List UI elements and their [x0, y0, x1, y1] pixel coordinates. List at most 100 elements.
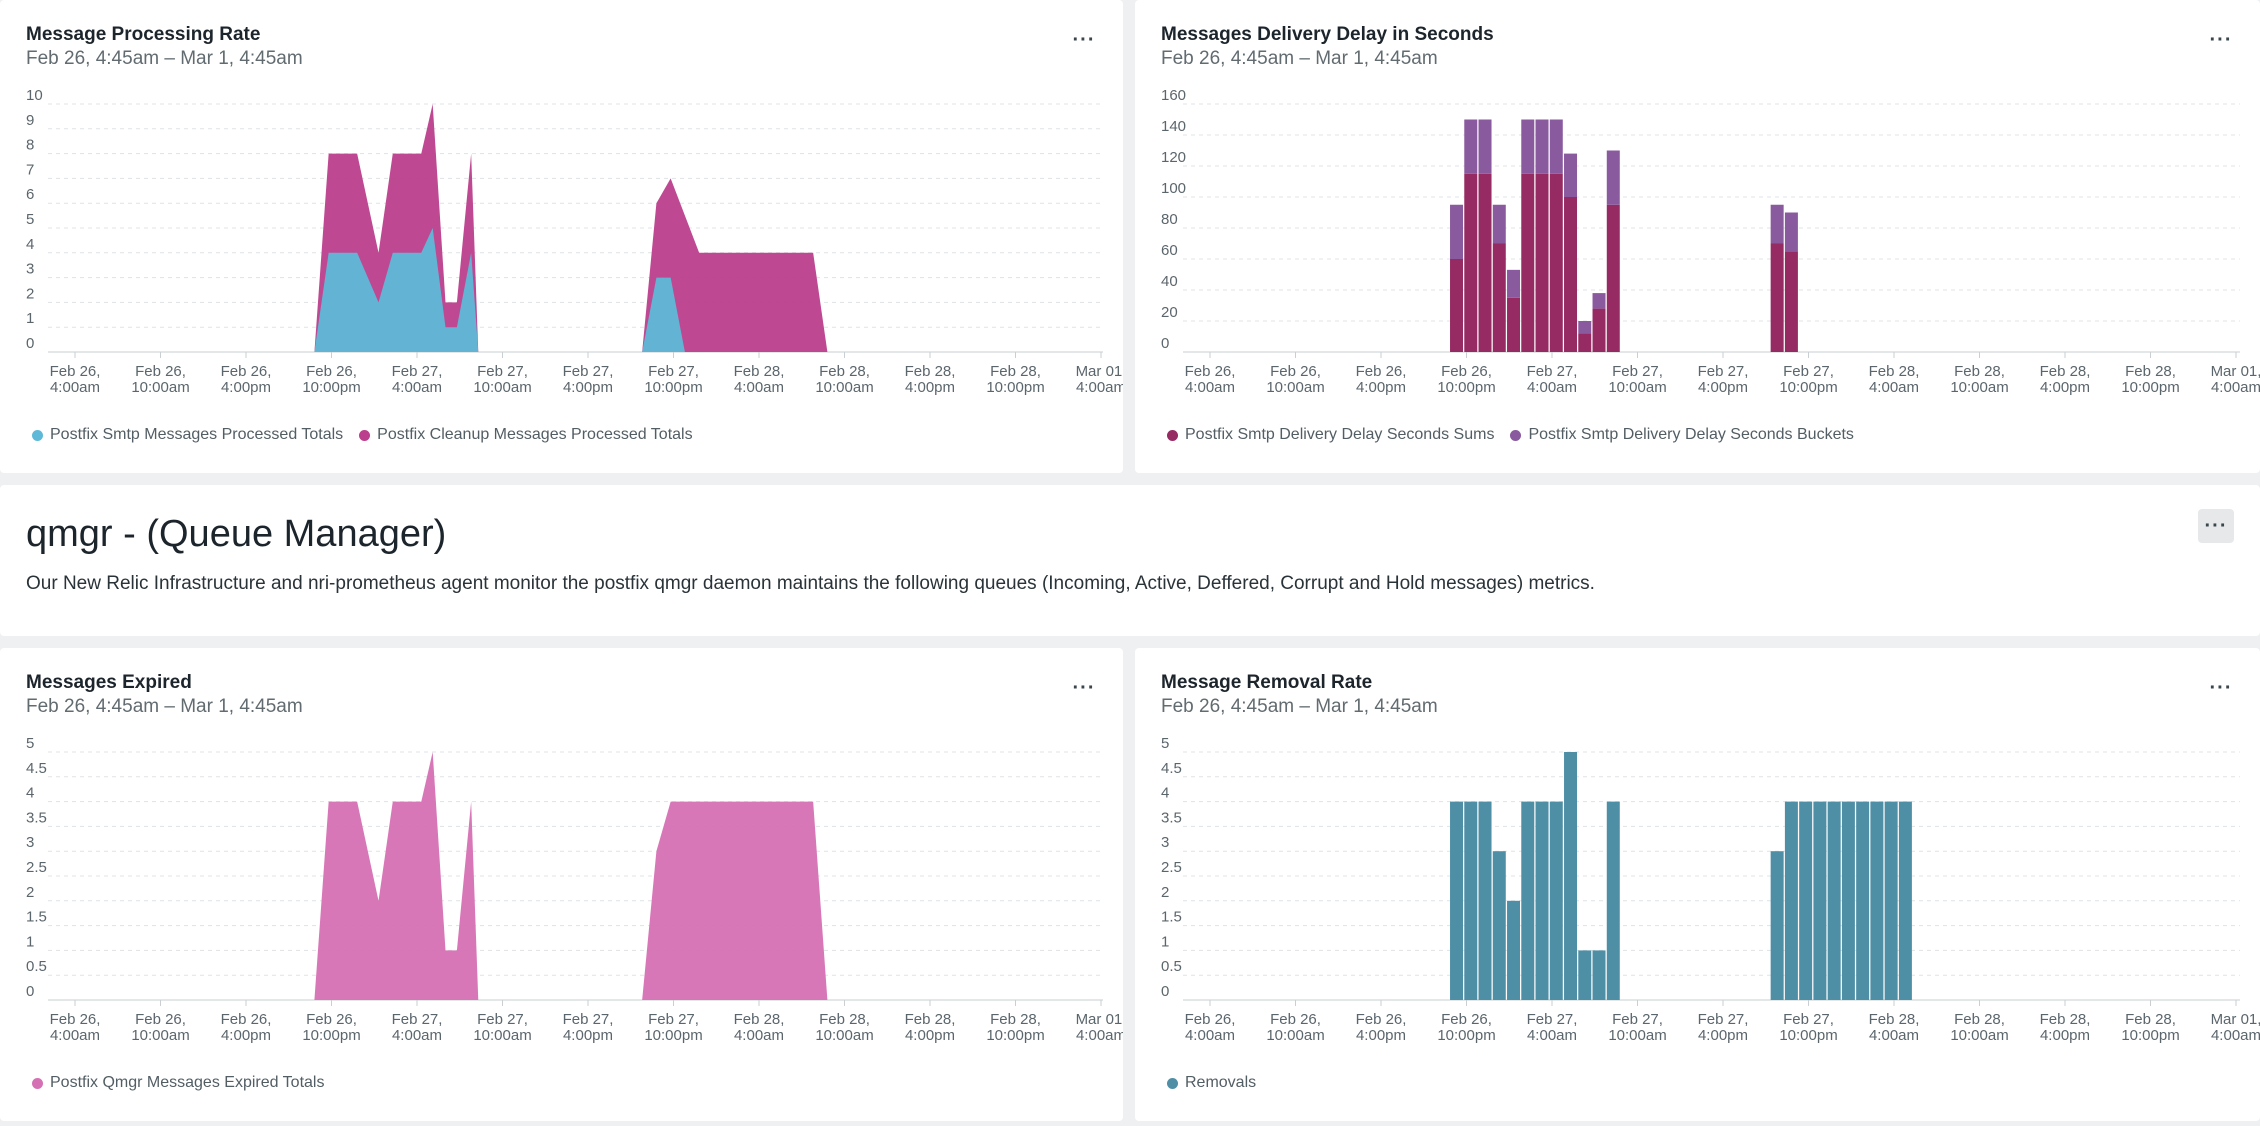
bar — [1549, 119, 1563, 174]
bar — [1478, 119, 1492, 174]
bar — [1450, 259, 1464, 352]
bar — [1535, 119, 1549, 174]
y-tick-label: 1.5 — [1161, 909, 1182, 926]
bar — [1578, 950, 1592, 1000]
x-tick-label: 4:00pm — [2040, 379, 2090, 396]
bar — [1564, 752, 1578, 1000]
x-tick-label: 10:00pm — [2121, 1027, 2179, 1044]
y-tick-label: 6 — [26, 186, 34, 203]
x-tick-label: Feb 26, — [50, 1011, 101, 1028]
x-tick-label: Feb 27, — [1612, 1011, 1663, 1028]
x-tick-label: 10:00am — [1608, 1027, 1666, 1044]
y-tick-label: 1 — [26, 933, 34, 950]
x-tick-label: Feb 26, — [1270, 1011, 1321, 1028]
x-tick-label: Feb 26, — [306, 363, 357, 380]
x-tick-label: 4:00am — [1869, 379, 1919, 396]
x-tick-label: 10:00pm — [986, 1027, 1044, 1044]
y-tick-label: 5 — [26, 211, 34, 228]
x-tick-label: Feb 27, — [392, 1011, 443, 1028]
x-tick-label: Feb 26, — [1356, 1011, 1407, 1028]
x-tick-label: 10:00am — [1266, 1027, 1324, 1044]
x-tick-label: 4:00pm — [2040, 1027, 2090, 1044]
x-tick-label: 10:00am — [1608, 379, 1666, 396]
bar — [1592, 950, 1606, 1000]
y-tick-label: 20 — [1161, 304, 1178, 321]
legend-item[interactable]: Postfix Smtp Delivery Delay Seconds Sums — [1167, 426, 1494, 444]
bar — [1521, 801, 1535, 1000]
x-tick-label: 10:00pm — [986, 379, 1044, 396]
widget-menu-button[interactable]: ··· — [2198, 509, 2234, 543]
widget-message-processing-rate: Message Processing Rate Feb 26, 4:45am –… — [0, 0, 1123, 473]
bar — [1870, 801, 1884, 1000]
y-tick-label: 120 — [1161, 149, 1186, 166]
x-tick-label: 4:00am — [1527, 1027, 1577, 1044]
x-tick-label: 4:00pm — [221, 1027, 271, 1044]
y-tick-label: 3.5 — [1161, 809, 1182, 826]
x-tick-label: Feb 28, — [2040, 1011, 2091, 1028]
x-tick-label: 4:00am — [392, 379, 442, 396]
x-tick-label: Feb 28, — [905, 1011, 956, 1028]
bar — [1492, 851, 1506, 1000]
legend-item[interactable]: Postfix Qmgr Messages Expired Totals — [32, 1074, 324, 1092]
bar — [1784, 212, 1798, 252]
bar — [1578, 321, 1592, 334]
x-tick-label: 10:00pm — [2121, 379, 2179, 396]
x-tick-label: 4:00pm — [1698, 379, 1748, 396]
x-tick-label: Feb 28, — [905, 363, 956, 380]
widget-messages-expired: Messages Expired Feb 26, 4:45am – Mar 1,… — [0, 648, 1123, 1121]
x-tick-label: 4:00pm — [1698, 1027, 1748, 1044]
x-tick-label: 10:00am — [1950, 1027, 2008, 1044]
x-tick-label: 10:00pm — [644, 1027, 702, 1044]
x-tick-label: 4:00am — [1076, 379, 1123, 396]
bar — [1521, 119, 1535, 174]
x-tick-label: 4:00pm — [905, 379, 955, 396]
y-tick-label: 2 — [1161, 884, 1169, 901]
y-tick-label: 4 — [26, 785, 34, 802]
x-tick-label: Feb 28, — [1869, 1011, 1920, 1028]
x-tick-label: Feb 27, — [563, 363, 614, 380]
y-tick-label: 4.5 — [26, 760, 47, 777]
x-tick-label: 4:00pm — [905, 1027, 955, 1044]
x-tick-label: Feb 28, — [2040, 363, 2091, 380]
y-tick-label: 140 — [1161, 118, 1186, 135]
legend-item[interactable]: Postfix Cleanup Messages Processed Total… — [359, 426, 693, 444]
x-tick-label: Feb 26, — [135, 1011, 186, 1028]
legend-item[interactable]: Removals — [1167, 1074, 1256, 1092]
x-tick-label: Feb 28, — [734, 363, 785, 380]
x-tick-label: Feb 26, — [50, 363, 101, 380]
legend-label: Postfix Smtp Delivery Delay Seconds Buck… — [1528, 426, 1854, 443]
x-tick-label: Feb 26, — [135, 363, 186, 380]
bar — [1856, 801, 1870, 1000]
legend-item[interactable]: Postfix Smtp Delivery Delay Seconds Buck… — [1510, 426, 1854, 444]
x-tick-label: 10:00am — [1266, 379, 1324, 396]
x-tick-label: Feb 26, — [1270, 363, 1321, 380]
x-tick-label: 4:00pm — [563, 1027, 613, 1044]
y-tick-label: 3 — [1161, 834, 1169, 851]
bar — [1478, 173, 1492, 352]
x-tick-label: 10:00pm — [302, 1027, 360, 1044]
y-tick-label: 0 — [26, 983, 34, 1000]
legend-item[interactable]: Postfix Smtp Messages Processed Totals — [32, 426, 343, 444]
markdown-widget-qmgr: qmgr - (Queue Manager) Our New Relic Inf… — [0, 485, 2260, 636]
bar — [1450, 801, 1464, 1000]
x-tick-label: Feb 28, — [2125, 1011, 2176, 1028]
bar — [1592, 293, 1606, 309]
y-tick-label: 80 — [1161, 211, 1178, 228]
y-tick-label: 2.5 — [26, 859, 47, 876]
x-tick-label: 4:00am — [2211, 1027, 2260, 1044]
x-tick-label: 4:00am — [392, 1027, 442, 1044]
bar — [1564, 153, 1578, 197]
legend-label: Removals — [1185, 1074, 1257, 1091]
y-tick-label: 2 — [26, 884, 34, 901]
y-tick-label: 4 — [26, 236, 34, 253]
widget-message-removal-rate: Message Removal Rate Feb 26, 4:45am – Ma… — [1135, 648, 2260, 1121]
x-tick-label: 4:00am — [734, 379, 784, 396]
y-tick-label: 60 — [1161, 242, 1178, 259]
x-tick-label: 4:00pm — [221, 379, 271, 396]
bar — [1770, 851, 1784, 1000]
x-tick-label: 4:00am — [1076, 1027, 1123, 1044]
x-tick-label: Feb 28, — [819, 1011, 870, 1028]
y-tick-label: 2.5 — [1161, 859, 1182, 876]
removal-chart: 00.511.522.533.544.55Feb 26,4:00amFeb 26… — [1161, 735, 2260, 1044]
x-tick-label: 4:00am — [1185, 1027, 1235, 1044]
